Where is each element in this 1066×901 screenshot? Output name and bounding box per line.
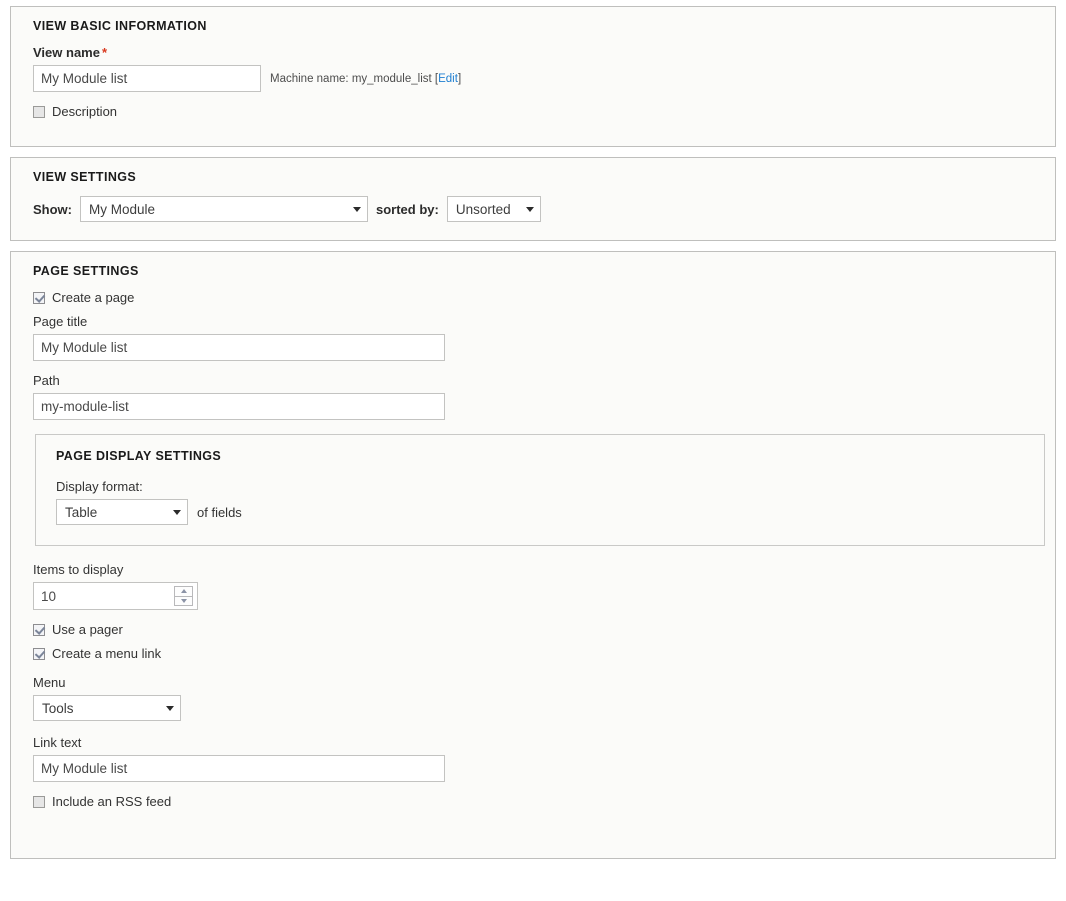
show-select[interactable]: My Module xyxy=(80,196,368,222)
create-page-checkbox[interactable] xyxy=(33,291,45,304)
sorted-by-label: sorted by: xyxy=(376,201,439,217)
view-basic-information-panel: VIEW BASIC INFORMATION View name* Machin… xyxy=(10,6,1056,147)
description-label: Description xyxy=(52,104,118,119)
menu-field: Menu Tools xyxy=(33,675,1033,721)
menu-select[interactable]: Tools xyxy=(33,695,181,721)
page-display-settings-panel: PAGE DISPLAY SETTINGS Display format: Ta… xyxy=(35,434,1045,546)
items-to-display-label: Items to display xyxy=(33,562,124,577)
show-label: Show: xyxy=(33,201,72,217)
required-asterisk: * xyxy=(101,45,108,60)
menu-select-value: Tools xyxy=(42,700,74,716)
path-field: Path xyxy=(33,373,1033,420)
items-to-display-input[interactable] xyxy=(34,583,174,609)
view-settings-panel: VIEW SETTINGS Show: My Module sorted by:… xyxy=(10,157,1056,241)
rss-feed-checkbox-row[interactable]: Include an RSS feed xyxy=(33,794,1033,809)
rss-feed-checkbox[interactable] xyxy=(33,795,45,808)
create-menu-link-label: Create a menu link xyxy=(52,646,162,661)
link-text-label: Link text xyxy=(33,735,82,750)
chevron-down-icon xyxy=(173,509,181,515)
machine-name-edit-link[interactable]: Edit xyxy=(438,73,458,85)
machine-name-prefix: Machine name: my_module_list [ xyxy=(270,72,439,85)
stepper-up-icon[interactable] xyxy=(175,587,192,597)
use-pager-label: Use a pager xyxy=(52,622,123,637)
view-name-row: Machine name: my_module_list [Edit] xyxy=(33,65,1033,92)
display-format-label: Display format: xyxy=(56,479,143,494)
stepper-buttons[interactable] xyxy=(174,586,193,606)
items-to-display-stepper[interactable] xyxy=(33,582,198,610)
create-page-label: Create a page xyxy=(52,290,135,305)
link-text-field: Link text xyxy=(33,735,1033,782)
items-to-display-field: Items to display xyxy=(33,562,1033,610)
menu-label: Menu xyxy=(33,675,66,690)
page-title-label: Page title xyxy=(33,314,88,329)
machine-name-text: Machine name: my_module_list [Edit] xyxy=(270,73,461,85)
view-name-label: View name * xyxy=(33,45,1033,60)
of-fields-label: of fields xyxy=(197,504,242,520)
rss-feed-label: Include an RSS feed xyxy=(52,794,172,809)
use-pager-checkbox-row[interactable]: Use a pager xyxy=(33,622,1033,637)
display-format-select-value: Table xyxy=(65,504,98,520)
path-input[interactable] xyxy=(33,393,445,420)
show-select-value: My Module xyxy=(89,201,156,217)
display-format-row: Table of fields xyxy=(56,499,1024,525)
use-pager-checkbox[interactable] xyxy=(33,623,45,636)
create-menu-link-checkbox[interactable] xyxy=(33,647,45,660)
view-name-field: View name* Machine name: my_module_list … xyxy=(33,45,1033,92)
description-checkbox-row[interactable]: Description xyxy=(33,104,1033,119)
chevron-down-icon xyxy=(353,206,361,212)
view-settings-row: Show: My Module sorted by: Unsorted xyxy=(33,196,1033,222)
page-title-input[interactable] xyxy=(33,334,445,361)
view-basic-information-title: VIEW BASIC INFORMATION xyxy=(33,19,207,33)
link-text-input[interactable] xyxy=(33,755,445,782)
sorted-by-select-value: Unsorted xyxy=(455,201,511,217)
page-settings-title: PAGE SETTINGS xyxy=(33,264,139,278)
create-page-checkbox-row[interactable]: Create a page xyxy=(33,290,1033,305)
view-name-input[interactable] xyxy=(33,65,261,92)
view-name-label-text: View name xyxy=(33,45,100,60)
chevron-down-icon xyxy=(525,206,534,212)
stepper-down-icon[interactable] xyxy=(175,597,192,606)
page-display-settings-title: PAGE DISPLAY SETTINGS xyxy=(56,449,222,463)
view-settings-title: VIEW SETTINGS xyxy=(33,170,137,184)
page-settings-panel: PAGE SETTINGS Create a page Page title P… xyxy=(10,251,1056,859)
machine-name-suffix: ] xyxy=(457,72,462,85)
path-label: Path xyxy=(33,373,60,388)
sorted-by-select[interactable]: Unsorted xyxy=(446,196,541,222)
display-format-select[interactable]: Table xyxy=(56,499,188,525)
description-checkbox[interactable] xyxy=(33,105,45,118)
page-title-field: Page title xyxy=(33,314,1033,361)
create-menu-link-checkbox-row[interactable]: Create a menu link xyxy=(33,646,1033,661)
chevron-down-icon xyxy=(166,705,174,711)
views-wizard-form: VIEW BASIC INFORMATION View name* Machin… xyxy=(0,6,1066,859)
